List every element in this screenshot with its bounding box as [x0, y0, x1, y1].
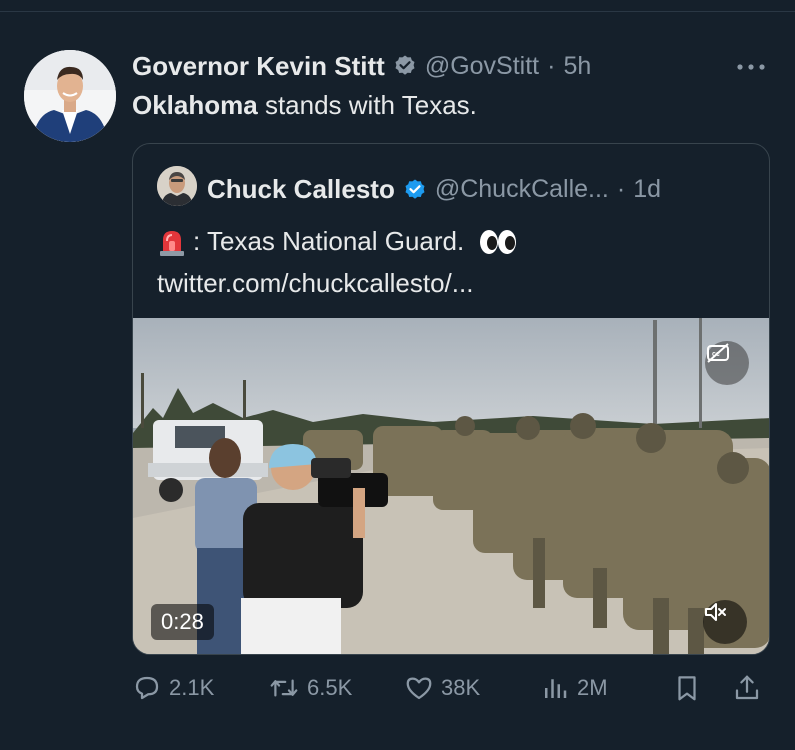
captions-toggle-button[interactable]: cc	[705, 341, 749, 385]
tweet-text-rest: stands with Texas.	[257, 90, 477, 120]
heart-icon	[406, 677, 432, 700]
more-icon[interactable]	[736, 56, 766, 72]
quoted-author-avatar-image	[157, 166, 197, 206]
author-avatar[interactable]	[24, 50, 116, 142]
quoted-author-avatar[interactable]	[157, 166, 197, 206]
repost-button[interactable]: 6.5K	[268, 668, 352, 708]
bookmark-button[interactable]	[672, 668, 702, 708]
quoted-tweet-card[interactable]: Chuck Callesto @ChuckCalle... · 1d : Tex…	[132, 143, 770, 655]
view-count: 2M	[577, 675, 608, 700]
quoted-tweet-timestamp[interactable]: 1d	[633, 175, 661, 204]
quoted-tweet-link[interactable]: twitter.com/chuckcallesto/...	[157, 268, 473, 299]
video-frame	[133, 318, 769, 654]
like-button[interactable]: 38K	[404, 668, 480, 708]
share-button[interactable]	[732, 668, 762, 708]
reply-button[interactable]: 2.1K	[132, 668, 214, 708]
video-duration: 0:28	[151, 604, 214, 640]
captions-off-icon: cc	[707, 343, 729, 363]
repost-count: 6.5K	[307, 675, 353, 700]
verified-badge-icon	[395, 55, 415, 75]
quoted-time-separator: ·	[616, 175, 626, 203]
share-icon	[735, 675, 759, 700]
repost-icon	[270, 679, 298, 697]
reply-count: 2.1K	[169, 675, 215, 700]
verified-badge-icon	[405, 179, 425, 199]
bookmark-icon	[678, 676, 696, 701]
author-avatar-image	[24, 50, 116, 142]
reply-icon	[135, 676, 159, 700]
analytics-icon	[545, 679, 567, 698]
tweet-text-bold: Oklahoma	[132, 90, 258, 120]
unmute-button[interactable]	[703, 600, 747, 644]
like-count: 38K	[441, 675, 481, 700]
quoted-tweet-text-line1: : Texas National Guard.	[193, 226, 465, 256]
quoted-tweet-text: : Texas National Guard.	[157, 226, 518, 257]
tweet-text: Oklahoma stands with Texas.	[132, 90, 477, 121]
views-button[interactable]: 2M	[540, 668, 608, 708]
tweet-timestamp[interactable]: 5h	[563, 52, 591, 81]
quoted-author-handle[interactable]: @ChuckCalle...	[435, 175, 609, 204]
volume-muted-icon	[705, 603, 726, 621]
top-divider	[0, 0, 795, 12]
eyes-emoji-icon	[480, 229, 517, 254]
siren-emoji-icon	[160, 230, 184, 256]
author-handle[interactable]: @GovStitt	[425, 52, 539, 81]
tweet-header: Governor Kevin Stitt @GovStitt · 5h	[132, 50, 591, 82]
time-separator: ·	[547, 51, 556, 80]
tweet-action-bar: 2.1K 6.5K 38K 2M	[132, 668, 772, 708]
quoted-author-name[interactable]: Chuck Callesto	[207, 174, 395, 205]
author-name[interactable]: Governor Kevin Stitt	[132, 51, 385, 82]
quoted-tweet-header: Chuck Callesto @ChuckCalle... · 1d	[207, 174, 661, 205]
video-player[interactable]: cc 0:28	[133, 318, 769, 654]
